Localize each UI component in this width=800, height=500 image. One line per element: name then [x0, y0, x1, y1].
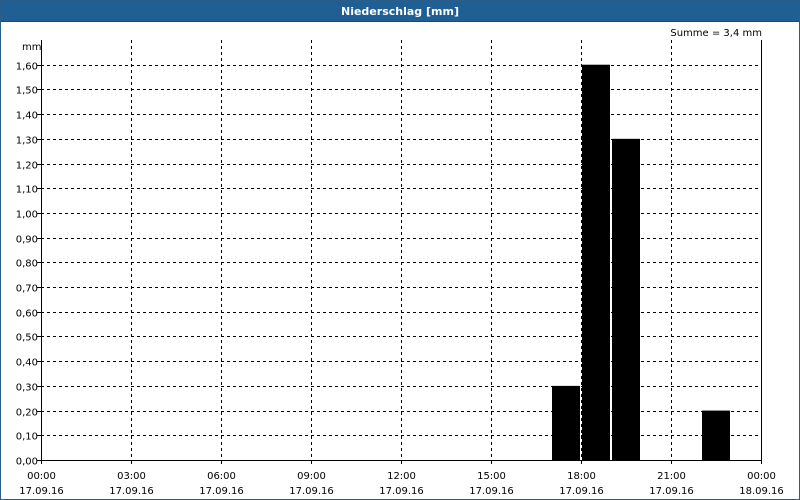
- precipitation-bar: [612, 138, 640, 460]
- x-tick-time-label: 12:00: [387, 471, 416, 482]
- y-tick-label: 0,70: [16, 284, 38, 295]
- y-tick-label: 1,20: [16, 161, 38, 172]
- x-tick-time-label: 18:00: [567, 471, 596, 482]
- x-tick-date-label: 17.09.16: [19, 486, 64, 497]
- x-tick-date-label: 17.09.16: [559, 486, 604, 497]
- y-tick-label: 0,40: [16, 358, 38, 369]
- sum-annotation: Summe = 3,4 mm: [670, 28, 762, 39]
- y-tick-label: 1,10: [16, 185, 38, 196]
- precipitation-chart: 0,00 0,10 0,20 0,30 0,40 0,50 0,60 0,70 0,80 0,90…: [16, 28, 784, 498]
- y-tick-label: 0,80: [16, 259, 38, 270]
- x-tick-date-label: 17.09.16: [109, 486, 154, 497]
- x-tick-time-label: 15:00: [477, 471, 506, 482]
- x-tick-time-label: 00:00: [27, 471, 56, 482]
- x-tick-date-label: 17.09.16: [379, 486, 424, 497]
- x-tick-date-label: 17.09.16: [289, 486, 334, 497]
- tick-labels: 0,00 0,10 0,20 0,30 0,40 0,50 0,60 0,70 0,80 0,90…: [16, 62, 784, 498]
- x-tick-time-label: 06:00: [207, 471, 236, 482]
- x-tick-time-label: 21:00: [657, 471, 686, 482]
- axes: [37, 40, 762, 464]
- precipitation-bar: [552, 385, 580, 460]
- x-tick-date-label: 17.09.16: [649, 486, 694, 497]
- x-tick-date-label: 18.09.16: [739, 486, 784, 497]
- y-tick-label: 0,00: [16, 457, 38, 468]
- y-tick-label: 0,60: [16, 309, 38, 320]
- y-tick-label: 1,40: [16, 111, 38, 122]
- precipitation-bar: [582, 64, 610, 461]
- x-tick-time-label: 00:00: [747, 471, 776, 482]
- y-tick-label: 0,30: [16, 383, 38, 394]
- x-tick-time-label: 03:00: [117, 471, 146, 482]
- x-tick-date-label: 17.09.16: [469, 486, 514, 497]
- precipitation-bar: [702, 410, 730, 460]
- y-tick-label: 1,30: [16, 136, 38, 147]
- x-tick-date-label: 17.09.16: [199, 486, 244, 497]
- y-tick-label: 1,00: [16, 210, 38, 221]
- y-tick-label: 0,20: [16, 408, 38, 419]
- y-tick-label: 0,10: [16, 432, 38, 443]
- x-tick-time-label: 09:00: [297, 471, 326, 482]
- y-tick-label: 0,90: [16, 235, 38, 246]
- y-tick-label: 1,50: [16, 86, 38, 97]
- y-tick-label: 1,60: [16, 62, 38, 73]
- grid-lines: [41, 40, 762, 460]
- y-unit-label: mm: [22, 42, 41, 53]
- y-tick-label: 0,50: [16, 333, 38, 344]
